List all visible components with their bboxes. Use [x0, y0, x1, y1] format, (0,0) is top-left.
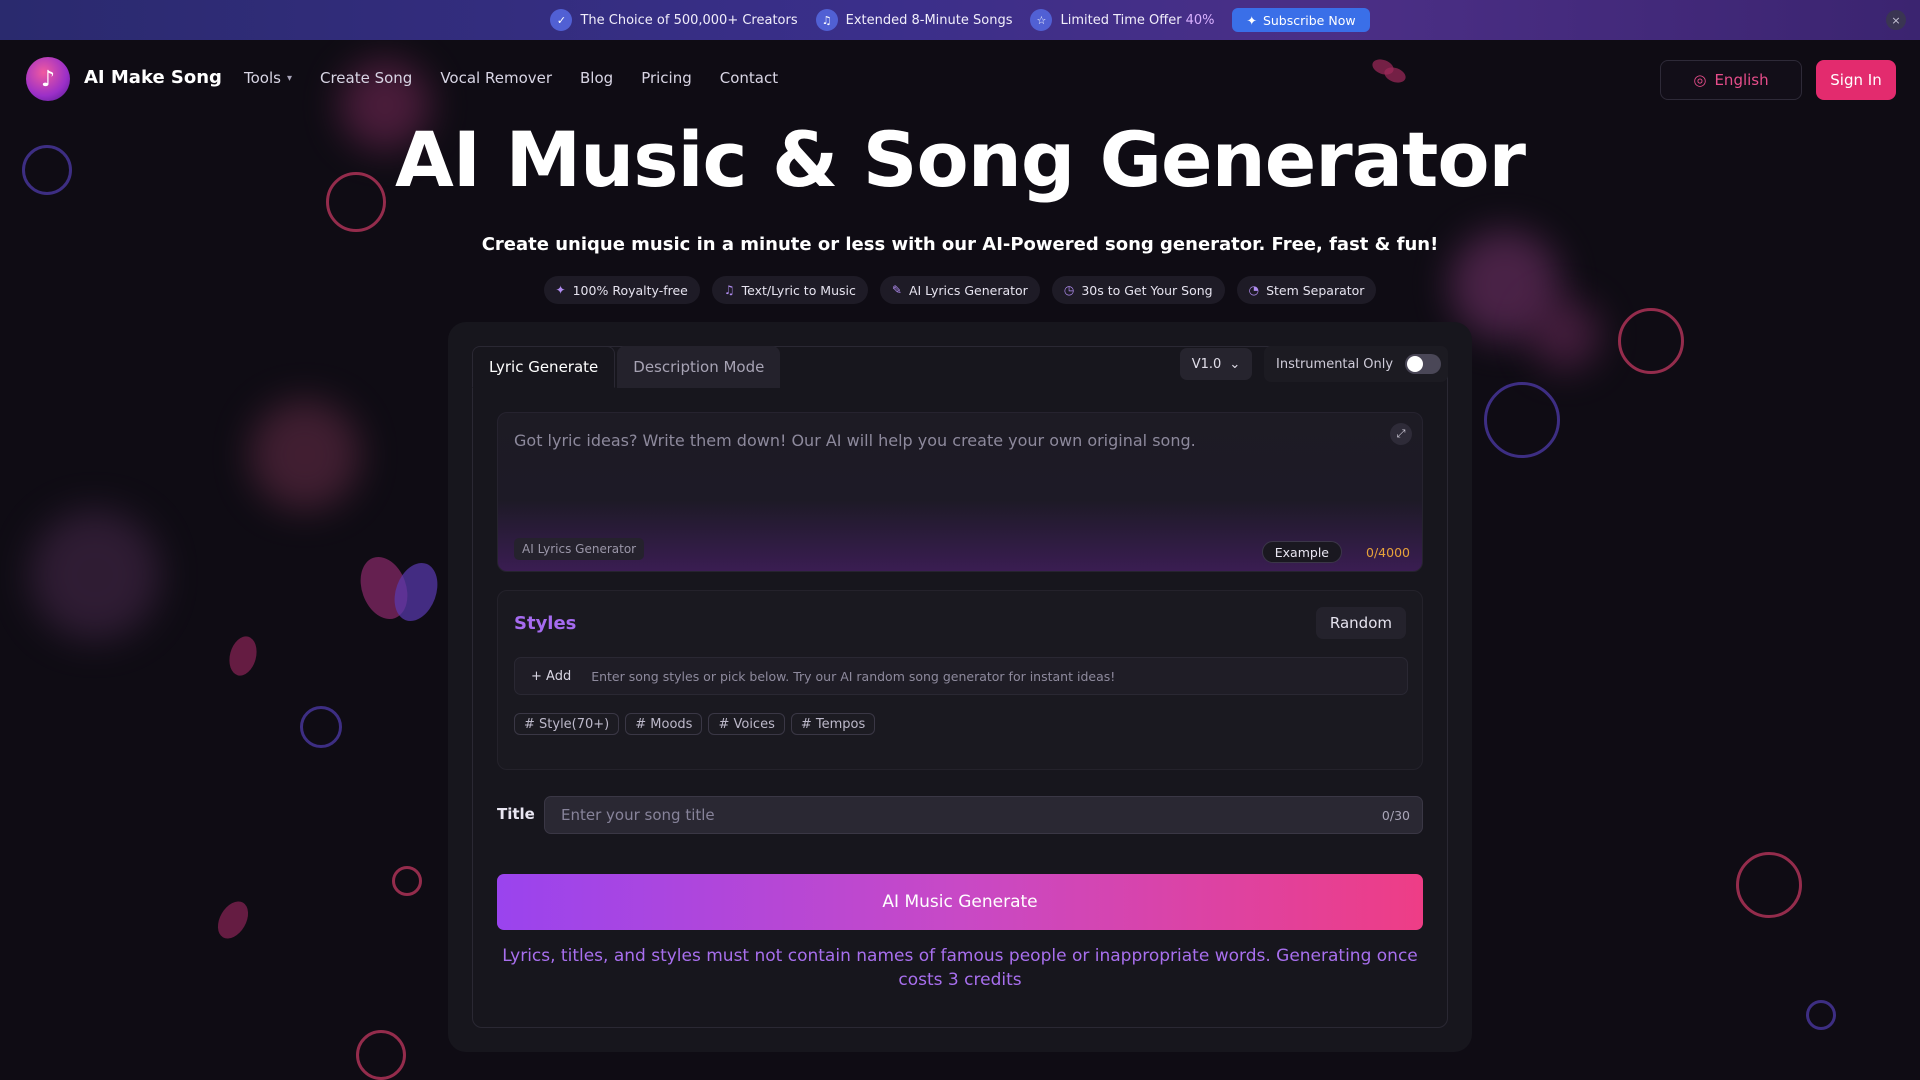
language-selector[interactable]: ◎ English	[1660, 60, 1802, 100]
instrumental-label: Instrumental Only	[1276, 356, 1394, 372]
close-icon[interactable]: ×	[1886, 10, 1906, 30]
feature-pill: ◷ 30s to Get Your Song	[1051, 276, 1225, 304]
feature-pills: ✦ 100% Royalty-free ♫ Text/Lyric to Music …	[0, 276, 1920, 304]
main-nav: ♪ AI Make Song Tools ▾ Create Song Vocal …	[0, 40, 1920, 120]
check-badge-icon: ✓	[550, 9, 573, 31]
sign-in-button[interactable]: Sign In	[1816, 60, 1896, 100]
tab-lyric-generate[interactable]: Lyric Generate	[472, 346, 616, 388]
title-placeholder: Enter your song title	[561, 806, 715, 824]
timer-icon: ◷	[1063, 283, 1075, 297]
feature-pill-label: 100% Royalty-free	[572, 282, 688, 298]
title-label: Title	[497, 805, 535, 823]
add-style-button[interactable]: + Add	[531, 669, 571, 684]
nav-vocal-remover[interactable]: Vocal Remover	[440, 69, 552, 87]
styles-section: Styles Random + Add Enter song styles or…	[497, 590, 1423, 770]
style-tag-tempos[interactable]: # Tempos	[790, 713, 876, 735]
title-char-count: 0/30	[1381, 807, 1410, 823]
banner-offer-text: Limited Time Offer	[1060, 12, 1182, 28]
sparkle-icon: ✦	[1246, 12, 1257, 28]
banner-creators: ✓ The Choice of 500,000+ Creators	[550, 9, 798, 31]
sparkle-icon: ✦	[555, 283, 566, 297]
feature-pill-label: Stem Separator	[1266, 282, 1365, 298]
split-icon: ◔	[1248, 283, 1260, 297]
styles-placeholder: Enter song styles or pick below. Try our…	[591, 668, 1116, 684]
banner-extended-songs: ♫ Extended 8-Minute Songs	[815, 9, 1013, 31]
music-note-icon: ♫	[723, 283, 735, 297]
subscribe-button[interactable]: ✦ Subscribe Now	[1232, 8, 1370, 32]
banner-offer: ☆ Limited Time Offer 40%	[1030, 9, 1214, 31]
instrumental-toggle[interactable]	[1405, 354, 1442, 374]
styles-heading: Styles	[514, 613, 577, 634]
music-note-icon: ♫	[815, 9, 838, 31]
feature-pill: ◔ Stem Separator	[1236, 276, 1377, 304]
nav-tools-label: Tools	[244, 69, 281, 87]
feature-pill: ✎ AI Lyrics Generator	[879, 276, 1040, 304]
chevron-down-icon: ⌄	[1229, 356, 1241, 372]
nav-links: Tools ▾ Create Song Vocal Remover Blog Pr…	[244, 69, 778, 87]
instrumental-option: Instrumental Only	[1264, 346, 1448, 382]
style-tag-moods[interactable]: # Moods	[625, 713, 703, 735]
usage-notice: Lyrics, titles, and styles must not cont…	[502, 946, 1418, 990]
style-tag-voices[interactable]: # Voices	[708, 713, 785, 735]
nav-contact[interactable]: Contact	[720, 69, 778, 87]
style-tag-styles[interactable]: # Style(70+)	[514, 713, 620, 735]
feature-pill-label: Text/Lyric to Music	[741, 282, 856, 298]
random-label: Random	[1329, 614, 1392, 632]
brand-name[interactable]: AI Make Song	[84, 67, 222, 88]
nav-tools[interactable]: Tools ▾	[244, 69, 292, 87]
nav-create-song[interactable]: Create Song	[320, 69, 412, 87]
page-title: AI Music & Song Generator	[394, 115, 1526, 204]
mode-tabs: Lyric Generate Description Mode	[472, 346, 781, 388]
banner-offer-percent: 40%	[1185, 12, 1215, 28]
song-title-input[interactable]: Enter your song title 0/30	[544, 796, 1423, 834]
nav-blog[interactable]: Blog	[580, 69, 613, 87]
promo-banner: ✓ The Choice of 500,000+ Creators ♫ Exte…	[0, 0, 1920, 40]
styles-input[interactable]: + Add Enter song styles or pick below. T…	[514, 657, 1408, 695]
lyrics-textarea[interactable]: Got lyric ideas? Write them down! Our AI…	[497, 412, 1423, 572]
style-tags: # Style(70+) # Moods # Voices # Tempos	[514, 713, 876, 735]
pen-icon: ✎	[891, 283, 902, 297]
ai-lyrics-generator-button[interactable]: AI Lyrics Generator	[514, 538, 645, 560]
version-value: V1.0	[1191, 356, 1222, 372]
generator-card: Lyric Generate Description Mode V1.0 ⌄ I…	[448, 322, 1472, 1052]
lyrics-placeholder: Got lyric ideas? Write them down! Our AI…	[514, 431, 1196, 450]
page-subtitle: Create unique music in a minute or less …	[481, 234, 1439, 255]
feature-pill: ✦ 100% Royalty-free	[543, 276, 700, 304]
example-button[interactable]: Example	[1261, 541, 1342, 563]
banner-extended-text: Extended 8-Minute Songs	[845, 12, 1013, 28]
generate-button[interactable]: AI Music Generate	[497, 874, 1423, 930]
banner-creators-text: The Choice of 500,000+ Creators	[580, 12, 798, 28]
chevron-down-icon: ▾	[286, 72, 292, 84]
nav-pricing[interactable]: Pricing	[641, 69, 692, 87]
logo-icon[interactable]: ♪	[26, 57, 70, 101]
lyrics-char-count: 0/4000	[1366, 545, 1410, 560]
language-label: English	[1714, 71, 1769, 89]
feature-pill-label: 30s to Get Your Song	[1081, 282, 1213, 298]
feature-pill: ♫ Text/Lyric to Music	[711, 276, 868, 304]
version-select[interactable]: V1.0 ⌄	[1180, 348, 1252, 380]
star-icon: ☆	[1030, 9, 1053, 31]
feature-pill-label: AI Lyrics Generator	[908, 282, 1028, 298]
globe-icon: ◎	[1693, 71, 1707, 89]
expand-icon[interactable]: ⤢	[1390, 423, 1412, 445]
tab-description-mode[interactable]: Description Mode	[617, 346, 781, 388]
subscribe-label: Subscribe Now	[1262, 12, 1356, 28]
random-styles-button[interactable]: Random	[1315, 607, 1406, 639]
